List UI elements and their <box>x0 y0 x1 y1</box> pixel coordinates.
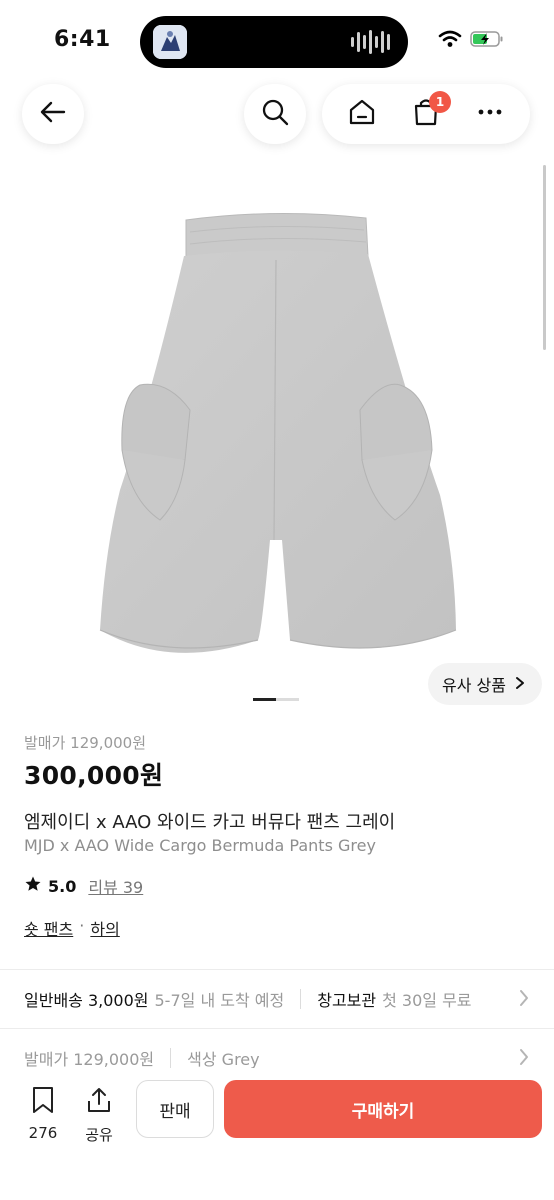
current-price: 300,000원 <box>24 761 164 790</box>
option-color: 색상 Grey <box>187 1050 260 1069</box>
category-link-shorts[interactable]: 숏 팬츠 <box>24 916 73 940</box>
share-button[interactable]: 공유 <box>82 1086 116 1145</box>
category-breadcrumb: 숏 팬츠 · 하의 <box>24 916 120 940</box>
more-button[interactable] <box>465 89 515 139</box>
similar-products-button[interactable]: 유사 상품 <box>428 663 542 705</box>
shipping-info-row[interactable]: 일반배송 3,000원 5-7일 내 도착 예정 창고보관 첫 30일 무료 <box>24 987 534 1011</box>
share-icon <box>85 1086 113 1118</box>
buy-button[interactable]: 구매하기 <box>224 1080 542 1138</box>
status-bar: 6:41 <box>0 0 554 80</box>
carousel-dot <box>276 698 299 701</box>
search-button[interactable] <box>244 84 306 144</box>
scroll-indicator[interactable] <box>543 165 546 350</box>
star-icon <box>24 875 42 897</box>
status-time: 6:41 <box>54 27 111 52</box>
reviews-link[interactable]: 리뷰 39 <box>88 874 143 898</box>
vertical-divider <box>300 989 302 1009</box>
option-info-row[interactable]: 발매가 129,000원 색상 Grey <box>24 1046 534 1070</box>
vertical-divider <box>170 1048 172 1068</box>
product-image[interactable] <box>0 160 554 720</box>
standard-shipping-eta: 5-7일 내 도착 예정 <box>154 991 285 1010</box>
standard-shipping-label: 일반배송 3,000원 <box>24 991 149 1010</box>
sell-button[interactable]: 판매 <box>136 1080 214 1138</box>
similar-products-label: 유사 상품 <box>442 676 506 695</box>
status-icons <box>438 30 504 52</box>
bookmark-button[interactable]: 276 <box>26 1086 60 1142</box>
search-icon <box>260 97 290 131</box>
home-button[interactable] <box>337 89 387 139</box>
image-carousel-indicator <box>253 698 299 701</box>
product-title-english: MJD x AAO Wide Cargo Bermuda Pants Grey <box>24 836 376 855</box>
release-price: 발매가 129,000원 <box>24 734 146 752</box>
cart-count-badge: 1 <box>429 91 451 113</box>
product-title-korean: 엠제이디 x AAO 와이드 카고 버뮤다 팬츠 그레이 <box>24 812 396 833</box>
back-button[interactable] <box>22 84 84 144</box>
dynamic-island <box>140 16 408 68</box>
chevron-right-icon <box>514 675 526 694</box>
chevron-right-icon <box>518 989 530 1011</box>
divider <box>0 969 554 970</box>
storage-note: 첫 30일 무료 <box>382 991 472 1010</box>
divider <box>0 1028 554 1029</box>
wifi-icon <box>438 30 462 52</box>
share-label: 공유 <box>85 1126 113 1144</box>
arrow-left-icon <box>38 97 68 131</box>
bottom-action-bar: 276 공유 판매 구매하기 <box>0 1068 554 1200</box>
audio-waveform-icon <box>351 30 390 54</box>
rating-value: 5.0 <box>48 876 77 896</box>
more-horizontal-icon <box>475 97 505 131</box>
battery-charging-icon <box>470 30 504 52</box>
cart-button[interactable]: 1 <box>401 89 451 139</box>
option-release-price: 발매가 129,000원 <box>24 1050 155 1069</box>
home-icon <box>347 97 377 131</box>
category-separator: · <box>79 916 85 935</box>
category-link-bottoms[interactable]: 하의 <box>90 916 119 940</box>
header-actions: 1 <box>322 84 530 144</box>
rating: 5.0 리뷰 39 <box>24 874 143 898</box>
chevron-right-icon <box>518 1048 530 1070</box>
storage-label: 창고보관 <box>317 991 377 1010</box>
bookmark-icon <box>30 1086 56 1118</box>
now-playing-thumbnail <box>153 25 187 59</box>
bookmark-count: 276 <box>28 1124 58 1142</box>
carousel-dot-active <box>253 698 276 701</box>
